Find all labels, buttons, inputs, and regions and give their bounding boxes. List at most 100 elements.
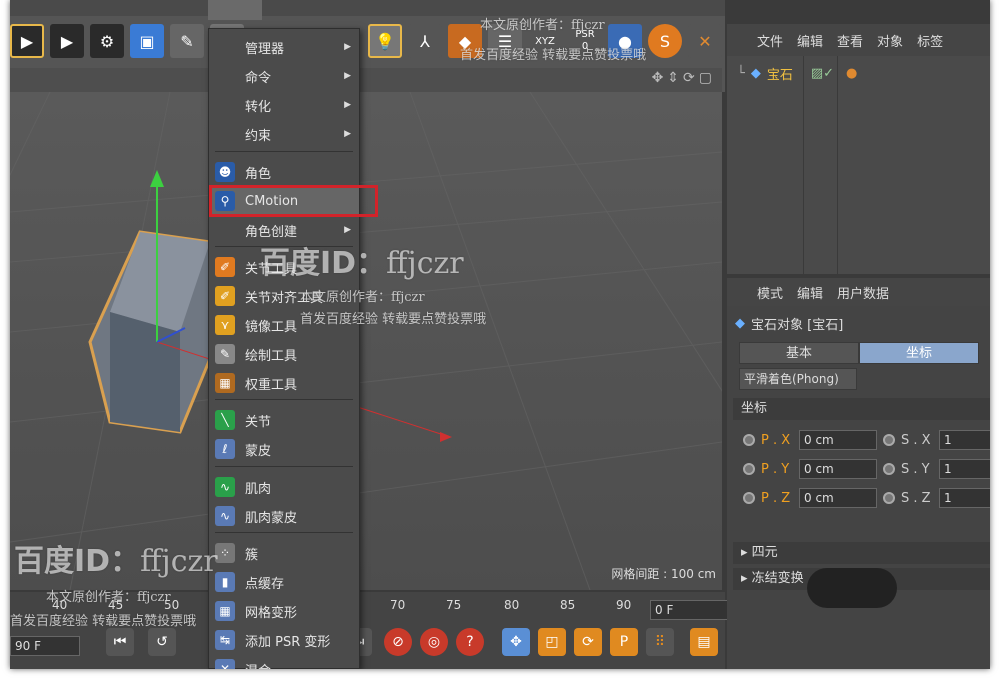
menu-separator — [215, 151, 353, 152]
scale-z-field[interactable]: 1 — [939, 488, 990, 508]
menu-item-label: 肌肉蒙皮 — [245, 510, 298, 526]
menu-item[interactable]: ╲ 关节 — [209, 406, 359, 434]
menu-item[interactable]: ▦ 网格变形 — [209, 597, 359, 625]
skin-icon: ℓ — [215, 439, 235, 459]
om-menu-view[interactable]: 查看 — [837, 31, 863, 50]
menu-item[interactable]: ↹ 添加 PSR 变形 — [209, 626, 359, 654]
column-divider — [837, 56, 838, 274]
menu-item[interactable]: ✕ 混合 — [209, 655, 359, 669]
menu-item-label: 角色创建 — [245, 224, 298, 240]
scale-x-field[interactable]: 1 — [939, 430, 990, 450]
anim-radio[interactable] — [883, 463, 895, 475]
anim-radio[interactable] — [743, 492, 755, 504]
rotate-key-icon[interactable]: ⟳ — [574, 628, 602, 656]
help-icon[interactable]: ? — [456, 628, 484, 656]
snap-icon[interactable]: S — [648, 24, 682, 58]
tick-label: 90 — [616, 598, 632, 612]
menu-item[interactable]: 转化 ▶ — [209, 91, 359, 119]
muscle-icon: ∿ — [215, 477, 235, 497]
start-frame-field[interactable]: 90 F — [10, 636, 80, 656]
edit-render-icon[interactable]: ⚙ — [90, 24, 124, 58]
menu-item[interactable]: 约束 ▶ — [209, 120, 359, 148]
pla-key-icon[interactable]: ⠿ — [646, 628, 674, 656]
viewport-header: ✥⇕⟳▢ — [10, 68, 722, 92]
character-menu: 管理器 ▶ 命令 ▶ 转化 ▶ 约束 ▶ ☻ 角色 ⚲ CMotion 角色创建 ▶ ✐ 关节工具 ✐ 关节对齐工… — [208, 28, 360, 669]
render-settings-icon[interactable]: ▶ — [50, 24, 84, 58]
pos-z-field[interactable]: 0 cm — [799, 488, 877, 508]
anim-radio[interactable] — [883, 434, 895, 446]
submenu-arrow-icon: ▶ — [344, 71, 351, 81]
visibility-check-icon[interactable]: ▨✓ — [811, 66, 834, 81]
workplane-icon[interactable]: ✕ — [688, 24, 722, 58]
om-menu-object[interactable]: 对象 — [877, 31, 903, 50]
light-bulb-icon[interactable]: 💡 — [368, 24, 402, 58]
menu-item[interactable]: ⁘ 簇 — [209, 539, 359, 567]
cluster-icon: ⁘ — [215, 543, 235, 563]
view-nav-icons[interactable]: ✥⇕⟳▢ — [652, 70, 716, 86]
anim-radio[interactable] — [883, 492, 895, 504]
attribute-manager: 模式 编辑 用户数据 ◆ 宝石对象 [宝石] 基本 坐标 平滑着色(Phong)… — [727, 278, 990, 669]
menu-item[interactable]: ℓ 蒙皮 — [209, 435, 359, 463]
pos-x-label: P . X — [761, 432, 791, 448]
menu-item[interactable]: ✎ 绘制工具 — [209, 340, 359, 368]
menu-item-label: 镜像工具 — [245, 319, 298, 335]
watermark-id: ffjczr — [140, 544, 218, 579]
menu-item[interactable]: ▦ 权重工具 — [209, 369, 359, 397]
om-menu-file[interactable]: 文件 — [757, 31, 783, 50]
section-freeze-label: 冻结变换 — [751, 571, 804, 586]
menu-item[interactable]: 命令 ▶ — [209, 62, 359, 90]
axis-icon[interactable]: ⅄ — [408, 24, 442, 58]
pos-y-field[interactable]: 0 cm — [799, 459, 877, 479]
move-key-icon[interactable]: ✥ — [502, 628, 530, 656]
viewport-scene — [10, 92, 722, 590]
scale-y-label: S . Y — [901, 461, 930, 477]
3d-viewport[interactable]: 网格间距 : 100 cm — [10, 92, 722, 590]
param-key-icon[interactable]: P — [610, 628, 638, 656]
am-menu-mode[interactable]: 模式 — [757, 283, 783, 302]
tab-phong[interactable]: 平滑着色(Phong) — [739, 368, 857, 390]
am-menu-userdata[interactable]: 用户数据 — [837, 283, 889, 302]
scale-x-label: S . X — [901, 432, 931, 448]
material-tag-icon[interactable]: ● — [846, 66, 857, 81]
tick-label: 75 — [446, 598, 462, 612]
section-quaternion[interactable]: ▸ 四元 — [733, 542, 990, 564]
menu-item[interactable]: 管理器 ▶ — [209, 33, 359, 61]
menu-separator — [215, 466, 353, 467]
watermark-text: 本文原创作者：ffjczr — [46, 590, 171, 605]
cube-icon[interactable]: ▣ — [130, 24, 164, 58]
current-frame-field[interactable]: 0 F — [650, 600, 728, 620]
submenu-arrow-icon: ▶ — [344, 100, 351, 110]
menu-item-label: 转化 — [245, 99, 272, 115]
anim-radio[interactable] — [743, 434, 755, 446]
menu-item[interactable]: ∿ 肌肉 — [209, 473, 359, 501]
scale-key-icon[interactable]: ◰ — [538, 628, 566, 656]
om-menu-tags[interactable]: 标签 — [917, 31, 943, 50]
loop-icon[interactable]: ↺ — [148, 628, 176, 656]
tab-basic[interactable]: 基本 — [739, 342, 859, 364]
psr-deform-icon: ↹ — [215, 630, 235, 650]
watermark-id: ffjczr — [386, 246, 464, 281]
om-menu-edit[interactable]: 编辑 — [797, 31, 823, 50]
tab-coords[interactable]: 坐标 — [859, 342, 979, 364]
scale-y-field[interactable]: 1 — [939, 459, 990, 479]
pos-x-field[interactable]: 0 cm — [799, 430, 877, 450]
watermark-text: 本文原创作者：ffjczr — [480, 18, 605, 33]
menu-item[interactable]: ∿ 肌肉蒙皮 — [209, 502, 359, 530]
menu-item[interactable]: ▮ 点缓存 — [209, 568, 359, 596]
menu-item[interactable]: ☻ 角色 — [209, 158, 359, 186]
anim-radio[interactable] — [743, 463, 755, 475]
watermark-prefix: 百度ID： — [260, 246, 387, 281]
pos-y-label: P . Y — [761, 461, 790, 477]
menu-item-label: 混合 — [245, 660, 271, 670]
record-key-icon[interactable]: ⊘ — [384, 628, 412, 656]
film-icon[interactable]: ▤ — [690, 628, 718, 656]
go-to-start-icon[interactable]: ⏮ — [106, 628, 134, 656]
object-row-gem[interactable]: └ ◆ 宝石 ▨✓ ● — [737, 64, 857, 83]
auto-key-icon[interactable]: ◎ — [420, 628, 448, 656]
menu-title-highlight[interactable] — [208, 0, 262, 20]
pen-icon[interactable]: ✎ — [170, 24, 204, 58]
render-view-icon[interactable]: ▶ — [10, 24, 44, 58]
object-name[interactable]: 宝石 — [767, 64, 793, 83]
weight-tool-icon: ▦ — [215, 373, 235, 393]
am-menu-edit[interactable]: 编辑 — [797, 283, 823, 302]
